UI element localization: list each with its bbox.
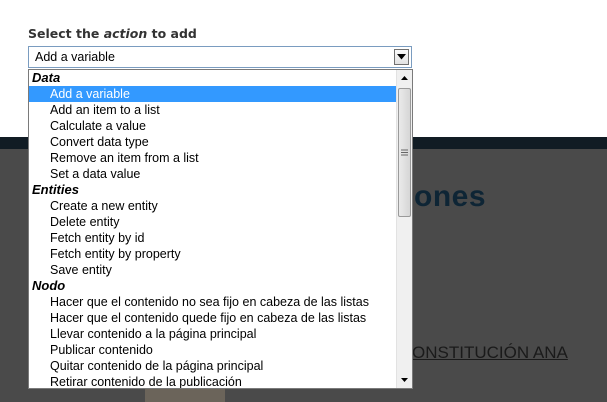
option-item[interactable]: Set a data value bbox=[29, 166, 397, 182]
option-item[interactable]: Create a new entity bbox=[29, 198, 397, 214]
option-item[interactable]: Llevar contenido a la página principal bbox=[29, 326, 397, 342]
background-link[interactable]: ONSTITUCIÓN ANA bbox=[412, 343, 568, 363]
scroll-thumb[interactable] bbox=[398, 88, 411, 217]
scroll-up-button[interactable] bbox=[397, 70, 412, 86]
option-item[interactable]: Fetch entity by property bbox=[29, 246, 397, 262]
option-group-label: Data bbox=[32, 70, 61, 85]
option-item[interactable]: Convert data type bbox=[29, 134, 397, 150]
dropdown-arrow-button[interactable] bbox=[394, 49, 409, 65]
chevron-down-icon bbox=[397, 54, 406, 60]
option-item[interactable]: Add an item to a list bbox=[29, 102, 397, 118]
scroll-up-arrow-icon bbox=[401, 76, 408, 80]
option-item[interactable]: Calculate a value bbox=[29, 118, 397, 134]
option-item[interactable]: Publicar contenido bbox=[29, 342, 397, 358]
background-thumbnail bbox=[145, 388, 225, 402]
scroll-down-button[interactable] bbox=[397, 372, 412, 388]
option-item[interactable]: Hacer que el contenido no sea fijo en ca… bbox=[29, 294, 397, 310]
action-select-value: Add a variable bbox=[35, 50, 115, 64]
option-item[interactable]: Quitar contenido de la página principal bbox=[29, 358, 397, 374]
option-item[interactable]: Retirar contenido de la publicación bbox=[29, 374, 397, 388]
option-item[interactable]: Hacer que el contenido quede fijo en cab… bbox=[29, 310, 397, 326]
scroll-down-arrow-icon bbox=[401, 378, 408, 382]
action-select-label: Select the action to add bbox=[28, 26, 197, 41]
option-item[interactable]: Add a variable bbox=[29, 86, 397, 102]
option-item[interactable]: Delete entity bbox=[29, 214, 397, 230]
option-group-label: Entities bbox=[32, 182, 79, 197]
dropdown-scrollbar[interactable] bbox=[396, 70, 412, 388]
action-dropdown-list[interactable]: Data Add a variable Add an item to a list C… bbox=[28, 69, 413, 389]
option-list: Data Add a variable Add an item to a list C… bbox=[29, 70, 397, 388]
option-item[interactable]: Fetch entity by id bbox=[29, 230, 397, 246]
grip-icon bbox=[401, 149, 408, 156]
option-item[interactable]: Save entity bbox=[29, 262, 397, 278]
option-item[interactable]: Remove an item from a list bbox=[29, 150, 397, 166]
option-group-label: Nodo bbox=[32, 278, 66, 293]
action-select[interactable]: Add a variable bbox=[28, 46, 412, 68]
background-heading: ones bbox=[414, 180, 487, 213]
